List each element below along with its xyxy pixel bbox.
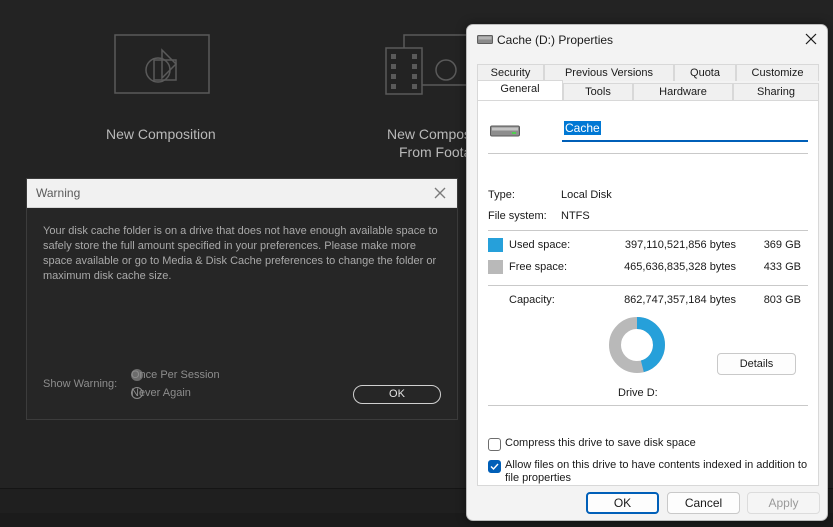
free-space-label: Free space: bbox=[509, 261, 568, 273]
properties-window: Cache (D:) Properties Security Previous … bbox=[466, 24, 828, 521]
used-space-size: 369 GB bbox=[763, 239, 801, 251]
radio-once-per-session[interactable]: Once Per Session bbox=[131, 369, 220, 381]
warning-message: Your disk cache folder is on a drive tha… bbox=[43, 225, 438, 282]
compress-drive-label: Compress this drive to save disk space bbox=[505, 437, 696, 449]
radio-never-again[interactable]: Never Again bbox=[131, 387, 191, 399]
drive-icon bbox=[477, 35, 493, 44]
checkbox-unchecked-icon bbox=[488, 438, 501, 451]
close-icon[interactable] bbox=[804, 32, 818, 46]
tab-security[interactable]: Security bbox=[477, 64, 544, 81]
close-icon[interactable] bbox=[432, 185, 448, 201]
free-space-size: 433 GB bbox=[763, 261, 801, 273]
tab-general[interactable]: General bbox=[477, 80, 563, 100]
free-space-swatch bbox=[488, 260, 503, 274]
ok-button[interactable]: OK bbox=[586, 492, 659, 514]
tab-sharing[interactable]: Sharing bbox=[733, 83, 819, 100]
capacity-label: Capacity: bbox=[509, 294, 555, 306]
radio-once-per-session-label: Once Per Session bbox=[131, 369, 220, 381]
drive-name-text: Cache bbox=[564, 121, 601, 135]
capacity-bytes: 862,747,357,184 bytes bbox=[624, 294, 736, 306]
footage-composition-icon bbox=[385, 34, 473, 95]
new-composition-label: New Composition bbox=[106, 126, 216, 142]
index-contents-checkbox[interactable]: Allow files on this drive to have conten… bbox=[488, 459, 808, 485]
warning-titlebar: Warning bbox=[27, 179, 457, 208]
index-contents-label: Allow files on this drive to have conten… bbox=[505, 459, 808, 484]
separator bbox=[488, 405, 808, 406]
separator bbox=[488, 285, 808, 286]
capacity-size: 803 GB bbox=[763, 294, 801, 306]
tab-customize[interactable]: Customize bbox=[736, 64, 819, 81]
file-system-value: NTFS bbox=[561, 210, 590, 222]
type-label: Type: bbox=[488, 189, 515, 201]
details-button[interactable]: Details bbox=[717, 353, 796, 375]
separator bbox=[488, 153, 808, 154]
properties-titlebar: Cache (D:) Properties bbox=[467, 25, 827, 55]
properties-title: Cache (D:) Properties bbox=[497, 33, 614, 47]
free-space-bytes: 465,636,835,328 bytes bbox=[624, 261, 736, 273]
tab-quota[interactable]: Quota bbox=[674, 64, 736, 81]
new-composition-card[interactable]: New Composition bbox=[100, 30, 224, 150]
file-system-label: File system: bbox=[488, 210, 547, 222]
show-warning-label: Show Warning: bbox=[43, 378, 118, 390]
drive-name-input[interactable]: Cache bbox=[562, 121, 808, 142]
general-tab-panel: Cache Type: Local Disk File system: NTFS… bbox=[477, 100, 819, 486]
new-composition-from-footage-label-1: New Compos bbox=[387, 126, 472, 142]
used-space-bytes: 397,110,521,856 bytes bbox=[624, 239, 736, 251]
composition-icon bbox=[114, 34, 210, 94]
new-composition-from-footage-card[interactable]: New Compos From Foota bbox=[380, 30, 473, 160]
drive-letter-label: Drive D: bbox=[618, 387, 658, 399]
checkmark-icon bbox=[488, 460, 501, 473]
new-composition-from-footage-label-2: From Foota bbox=[399, 144, 472, 160]
tab-tools[interactable]: Tools bbox=[563, 83, 633, 100]
warning-title: Warning bbox=[36, 186, 81, 200]
tab-previous-versions[interactable]: Previous Versions bbox=[544, 64, 674, 81]
radio-never-again-label: Never Again bbox=[131, 387, 191, 399]
apply-button[interactable]: Apply bbox=[747, 492, 820, 514]
used-space-label: Used space: bbox=[509, 239, 571, 251]
separator bbox=[488, 230, 808, 231]
disk-usage-chart bbox=[609, 317, 665, 373]
type-value: Local Disk bbox=[561, 189, 612, 201]
tab-hardware[interactable]: Hardware bbox=[633, 83, 733, 100]
cancel-button[interactable]: Cancel bbox=[667, 492, 740, 514]
warning-ok-button[interactable]: OK bbox=[353, 385, 441, 404]
used-space-swatch bbox=[488, 238, 503, 252]
compress-drive-checkbox[interactable]: Compress this drive to save disk space bbox=[488, 437, 696, 451]
drive-large-icon bbox=[490, 125, 520, 137]
warning-dialog: Warning Your disk cache folder is on a d… bbox=[26, 178, 458, 420]
